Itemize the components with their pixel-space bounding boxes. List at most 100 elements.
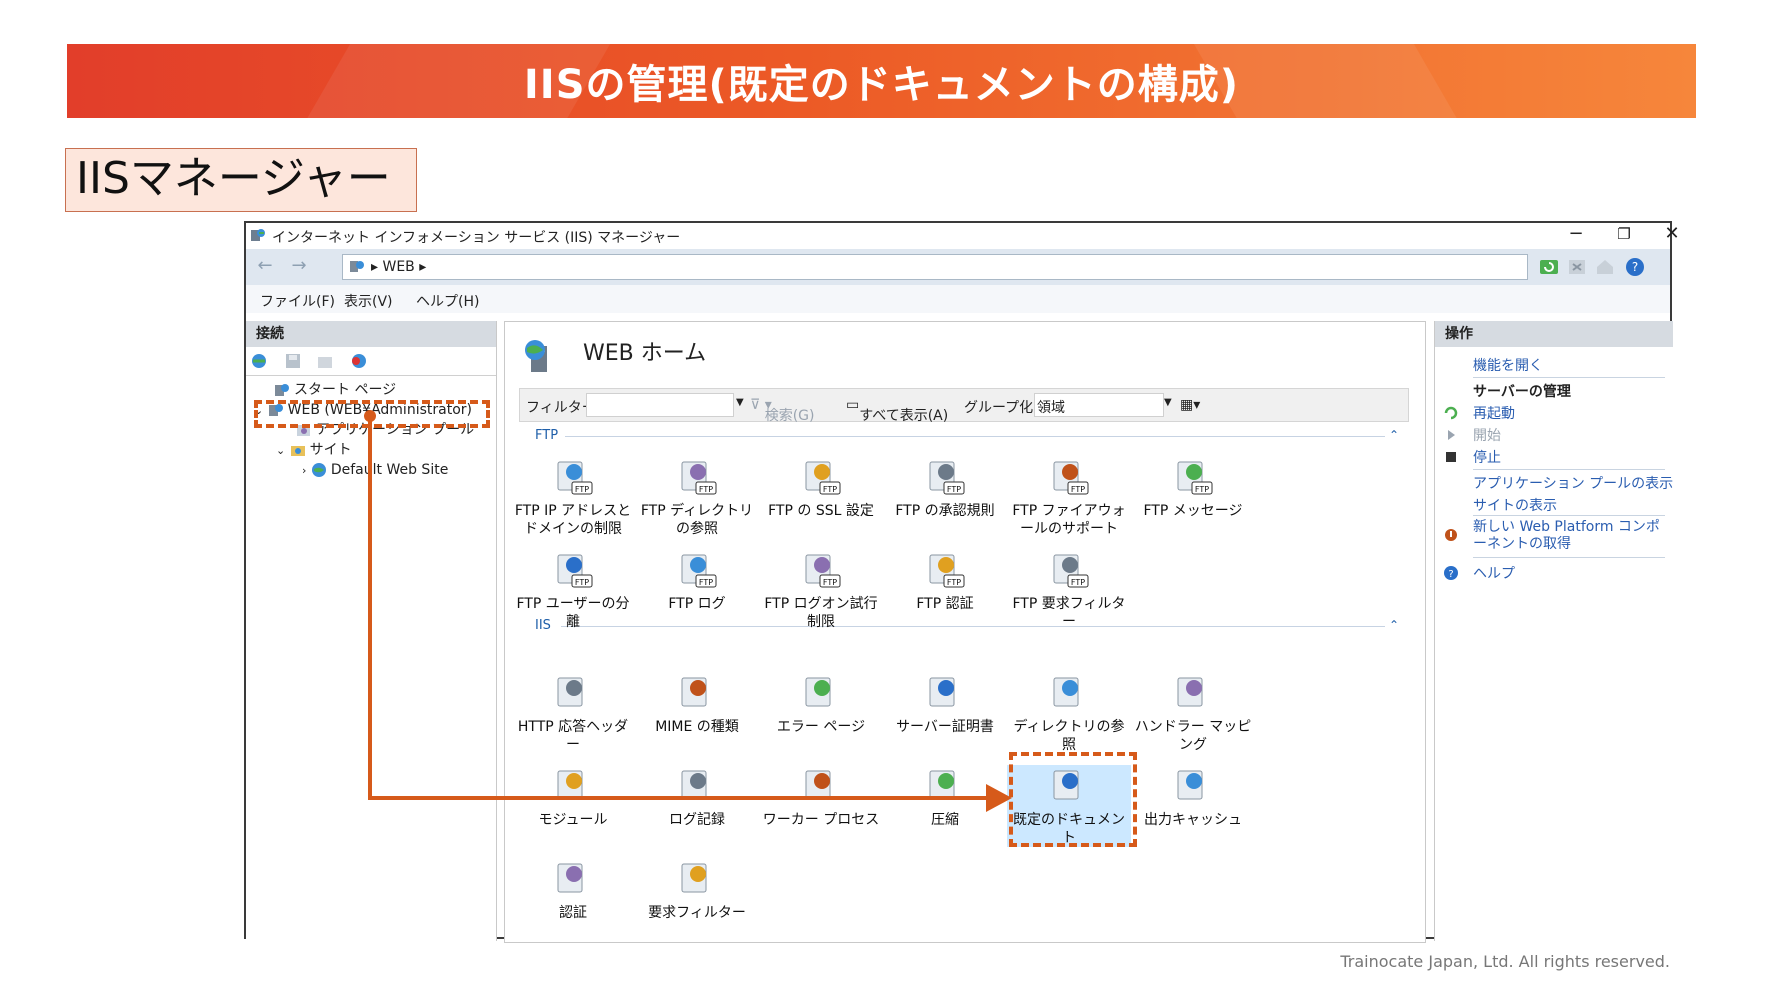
home-pane: WEB ホーム フィルター: ▼ ⊽ 検索(G) ▾ ▭ すべて表示(A) グル…: [504, 321, 1426, 943]
svg-text:?: ?: [1448, 569, 1453, 580]
refresh-icon[interactable]: [1538, 256, 1560, 278]
feature-label: FTP 要求フィルター: [1012, 596, 1126, 630]
filter-dropdown-icon[interactable]: ▼: [736, 397, 744, 408]
feature-tile[interactable]: FTP FTP ログオン試行制限: [759, 549, 883, 631]
filter-input[interactable]: [586, 393, 734, 417]
svg-text:FTP: FTP: [1195, 485, 1209, 494]
feature-tile[interactable]: エラー ページ: [759, 672, 883, 736]
svg-text:FTP: FTP: [699, 485, 713, 494]
back-arrow-icon[interactable]: ←: [252, 255, 278, 279]
svg-text:FTP: FTP: [575, 485, 589, 494]
feature-icon: [805, 677, 831, 707]
feature-tile[interactable]: ハンドラー マッピング: [1131, 672, 1255, 754]
help-icon: ?: [1444, 566, 1458, 580]
globe-icon: [311, 463, 326, 477]
feature-tile[interactable]: FTP FTP ファイアウォールのサポート: [1007, 456, 1131, 538]
feature-tile[interactable]: サーバー証明書: [883, 672, 1007, 736]
show-all-button[interactable]: ▭ すべて表示(A): [846, 397, 948, 424]
group-by-select[interactable]: 領域: [1034, 393, 1164, 417]
feature-tile[interactable]: FTP FTP ユーザーの分離: [511, 549, 635, 631]
feature-tile[interactable]: FTP FTP ディレクトリの参照: [635, 456, 759, 538]
restart-link[interactable]: 再起動: [1473, 403, 1515, 423]
feature-tile[interactable]: MIME の種類: [635, 672, 759, 736]
connections-toolbar: [246, 347, 496, 376]
menu-view[interactable]: 表示(V): [344, 291, 393, 311]
view-app-pools-link[interactable]: アプリケーション プールの表示: [1473, 473, 1673, 493]
feature-label: FTP IP アドレスとドメインの制限: [514, 503, 632, 537]
menu-file[interactable]: ファイル(F): [260, 291, 335, 311]
group-by-value: 領域: [1037, 400, 1065, 416]
feature-icon: FTP: [557, 461, 593, 495]
feature-label: モジュール: [538, 812, 608, 828]
search-button[interactable]: ⊽ 検索(G) ▾: [750, 397, 814, 424]
address-field[interactable]: ▸ WEB ▸: [342, 254, 1528, 280]
tree-item-sites[interactable]: ⌄ サイト: [276, 440, 352, 460]
feature-tile[interactable]: 出力キャッシュ: [1131, 765, 1255, 829]
feature-label: ログ記録: [669, 812, 725, 828]
view-sites-link[interactable]: サイトの表示: [1473, 495, 1557, 515]
expand-arrow-icon[interactable]: ›: [302, 464, 306, 477]
group-dropdown-icon[interactable]: ▼: [1164, 397, 1172, 408]
collapse-arrow-icon[interactable]: ⌄: [276, 444, 285, 457]
disconnect-icon[interactable]: [350, 352, 368, 370]
svg-text:FTP: FTP: [823, 578, 837, 587]
view-mode-icon[interactable]: ▦▾: [1180, 397, 1200, 413]
save-icon[interactable]: [284, 352, 302, 370]
feature-tile[interactable]: FTP FTP ログ: [635, 549, 759, 613]
annotation-arrow-vertical: [368, 414, 372, 800]
feature-label: 認証: [559, 905, 587, 921]
breadcrumb-web[interactable]: WEB: [382, 259, 414, 275]
connect-globe-icon[interactable]: [250, 352, 268, 370]
slide-title: IISの管理(既定のドキュメントの構成): [523, 62, 1240, 108]
annotation-dot: [364, 410, 376, 422]
feature-tile[interactable]: FTP FTP の承認規則: [883, 456, 1007, 520]
address-bar: ← → ▸ WEB ▸ ?: [246, 249, 1670, 286]
svg-text:?: ?: [1632, 260, 1638, 274]
feature-tile[interactable]: HTTP 応答ヘッダー: [511, 672, 635, 754]
sites-folder-icon: [290, 446, 305, 456]
start-link[interactable]: 開始: [1473, 425, 1501, 445]
collapse-ftp-icon[interactable]: ⌃: [1389, 428, 1399, 442]
minimize-button[interactable]: −: [1554, 223, 1598, 247]
up-folder-icon[interactable]: [316, 352, 334, 370]
forward-arrow-icon[interactable]: →: [286, 255, 312, 279]
stop-link[interactable]: 停止: [1473, 447, 1501, 467]
tree-item-default-web-site[interactable]: › Default Web Site: [302, 460, 448, 480]
feature-icon: [681, 677, 707, 707]
feature-tile[interactable]: FTP FTP 認証: [883, 549, 1007, 613]
collapse-iis-icon[interactable]: ⌃: [1389, 618, 1399, 632]
feature-tile[interactable]: 認証: [511, 858, 635, 922]
open-feature-link[interactable]: 機能を開く: [1473, 355, 1543, 375]
feature-icon: FTP: [805, 554, 841, 588]
group-divider: [565, 436, 1385, 437]
svg-text:FTP: FTP: [699, 578, 713, 587]
feature-tile[interactable]: 要求フィルター: [635, 858, 759, 922]
feature-label: HTTP 応答ヘッダー: [517, 719, 629, 753]
feature-label: ディレクトリの参照: [1013, 719, 1125, 753]
start-page-icon: [275, 384, 289, 396]
feature-icon: [929, 770, 955, 800]
feature-label: エラー ページ: [776, 719, 866, 735]
annotation-arrow-horizontal: [368, 796, 990, 800]
menu-help[interactable]: ヘルプ(H): [416, 291, 479, 311]
feature-tile[interactable]: FTP FTP 要求フィルター: [1007, 549, 1131, 631]
help-icon[interactable]: ?: [1624, 256, 1646, 278]
feature-tile[interactable]: ディレクトリの参照: [1007, 672, 1131, 754]
restore-button[interactable]: ❐: [1602, 223, 1646, 247]
connections-header: 接続: [246, 321, 496, 347]
stop-icon: [1446, 452, 1456, 462]
feature-tile[interactable]: FTP FTP IP アドレスとドメインの制限: [511, 456, 635, 538]
feature-icon: FTP: [1053, 461, 1089, 495]
help-link[interactable]: ヘルプ: [1473, 563, 1515, 583]
close-button[interactable]: ✕: [1650, 223, 1694, 247]
feature-tile[interactable]: FTP FTP の SSL 設定: [759, 456, 883, 520]
feature-icon: FTP: [681, 554, 717, 588]
feature-label: 圧縮: [931, 812, 959, 828]
web-platform-link[interactable]: 新しい Web Platform コンポーネントの取得: [1473, 519, 1669, 553]
stop-icon[interactable]: [1566, 256, 1588, 278]
annotation-arrowhead-icon: [986, 784, 1012, 812]
tree-item-start-page[interactable]: スタート ページ: [274, 380, 396, 400]
group-header-ftp: FTP: [535, 428, 559, 443]
feature-tile[interactable]: FTP FTP メッセージ: [1131, 456, 1255, 520]
home-icon[interactable]: [1594, 256, 1616, 278]
